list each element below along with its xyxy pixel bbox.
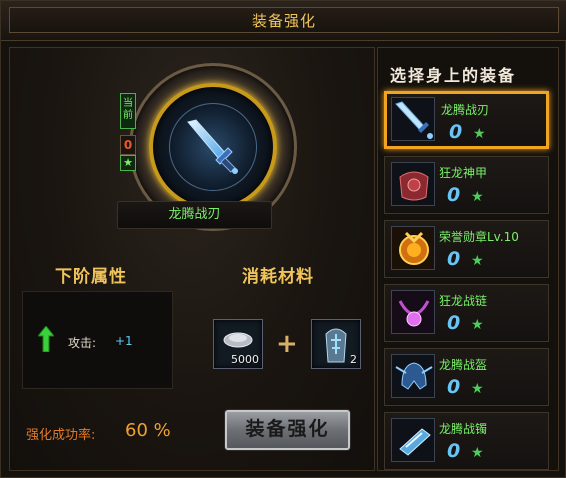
up-arrow-icon bbox=[38, 326, 54, 352]
equipment-item-sword[interactable]: 龙腾战刃 0 ★ bbox=[384, 91, 549, 149]
equipment-level: 0 bbox=[447, 184, 461, 206]
star-icon: ★ bbox=[473, 126, 486, 142]
equipment-name: 龙腾战刃 bbox=[441, 103, 490, 117]
equipment-item-armor[interactable]: 狂龙神甲 0 ★ bbox=[384, 156, 549, 214]
armor-icon bbox=[391, 162, 435, 206]
current-badge: 当前 bbox=[120, 93, 136, 129]
equipment-list-panel: 选择身上的装备 龙腾战刃 0 ★ 狂龙神甲 0 ★ 荣誉勋章Lv.10 0 ★ … bbox=[377, 47, 559, 471]
equipment-name: 狂龙战链 bbox=[439, 294, 488, 308]
helmet-icon bbox=[391, 354, 435, 398]
current-item-name: 龙腾战刃 bbox=[117, 201, 272, 229]
current-level: 0 bbox=[120, 135, 136, 155]
equipment-enhance-window: 装备强化 当前 0 ★ 龙腾战刃 下阶属性 消耗材料 攻击: +1 5000 +… bbox=[0, 0, 566, 478]
title-bar: 装备强化 bbox=[1, 1, 566, 41]
equipment-name: 狂龙神甲 bbox=[439, 166, 488, 180]
material-count: 2 bbox=[350, 353, 357, 366]
sword-icon[interactable] bbox=[180, 116, 246, 178]
equipment-level: 0 bbox=[449, 121, 463, 143]
equipment-level: 0 bbox=[447, 440, 461, 462]
equipment-level: 0 bbox=[447, 312, 461, 334]
equipment-list-title: 选择身上的装备 bbox=[390, 66, 517, 85]
bracelet-icon bbox=[391, 418, 435, 462]
equipment-item-medal[interactable]: 荣誉勋章Lv.10 0 ★ bbox=[384, 220, 549, 278]
enhance-button[interactable]: 装备强化 bbox=[225, 410, 350, 450]
equipment-name: 荣誉勋章Lv.10 bbox=[439, 230, 519, 244]
sword-icon bbox=[391, 97, 435, 141]
success-rate-value: 60 % bbox=[125, 420, 171, 441]
material-slot-rune[interactable]: 2 bbox=[311, 319, 361, 369]
equipment-name: 龙腾战镯 bbox=[439, 422, 488, 436]
attack-label: 攻击: bbox=[68, 336, 97, 350]
equipment-item-helmet[interactable]: 龙腾战盔 0 ★ bbox=[384, 348, 549, 406]
material-slot-silver[interactable]: 5000 bbox=[213, 319, 263, 369]
plus-sign: + bbox=[276, 329, 298, 359]
medal-icon bbox=[391, 226, 435, 270]
star-icon: ★ bbox=[471, 189, 484, 205]
equipment-level: 0 bbox=[447, 376, 461, 398]
equipment-item-bracelet[interactable]: 龙腾战镯 0 ★ bbox=[384, 412, 549, 470]
attack-value: +1 bbox=[115, 334, 133, 348]
equipment-item-necklace[interactable]: 狂龙战链 0 ★ bbox=[384, 284, 549, 342]
next-attributes-title: 下阶属性 bbox=[55, 267, 127, 287]
window-title: 装备强化 bbox=[251, 12, 316, 30]
equipment-level: 0 bbox=[447, 248, 461, 270]
next-attributes-box: 攻击: +1 bbox=[22, 291, 173, 389]
current-star-icon: ★ bbox=[120, 155, 136, 171]
equipment-name: 龙腾战盔 bbox=[439, 358, 488, 372]
star-icon: ★ bbox=[471, 381, 484, 397]
success-rate-label: 强化成功率: bbox=[26, 428, 96, 443]
star-icon: ★ bbox=[471, 253, 484, 269]
necklace-icon bbox=[391, 290, 435, 334]
material-count: 5000 bbox=[231, 353, 259, 366]
star-icon: ★ bbox=[471, 317, 484, 333]
materials-title: 消耗材料 bbox=[242, 267, 314, 287]
star-icon: ★ bbox=[471, 445, 484, 461]
